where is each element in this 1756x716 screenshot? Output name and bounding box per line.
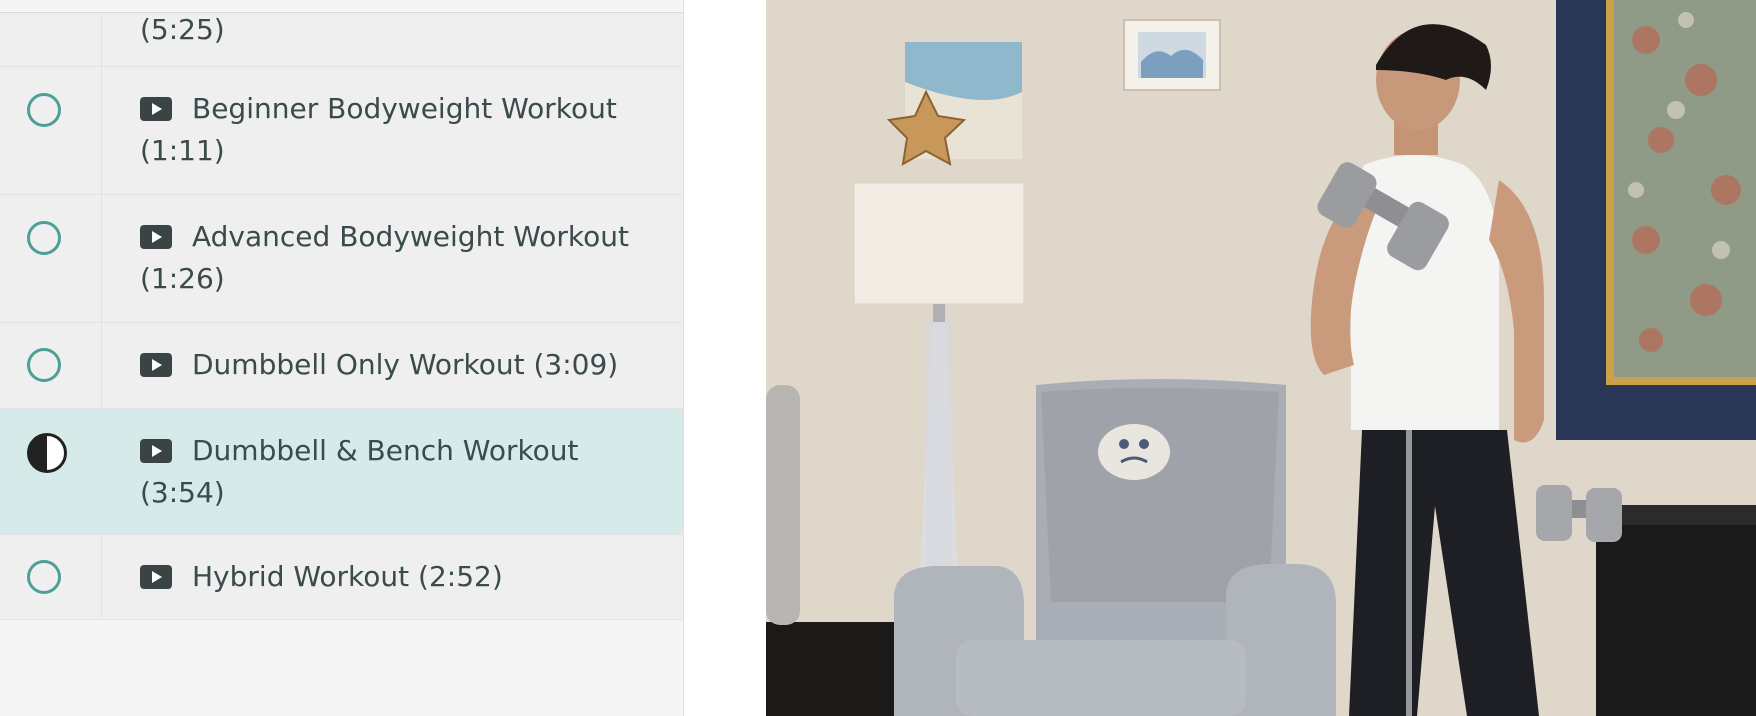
lesson-title[interactable]: Beginner Bodyweight Workout (1:11) xyxy=(140,88,664,172)
play-video-icon xyxy=(140,439,172,463)
circle-outline-icon[interactable] xyxy=(27,93,61,127)
play-video-icon xyxy=(140,565,172,589)
circle-outline-icon[interactable] xyxy=(27,348,61,382)
status-column xyxy=(0,409,102,534)
lesson-row[interactable]: Beginner Bodyweight Workout (1:11) xyxy=(0,67,683,195)
lesson-row[interactable]: (5:25) xyxy=(0,13,683,67)
status-column xyxy=(0,195,102,322)
half-circle-icon[interactable] xyxy=(27,433,67,473)
play-video-icon xyxy=(140,353,172,377)
lesson-name: Beginner Bodyweight Workout xyxy=(192,92,617,125)
play-video-icon xyxy=(140,97,172,121)
lesson-title[interactable]: Advanced Bodyweight Workout (1:26) xyxy=(140,216,664,300)
lesson-name: Hybrid Workout (2:52) xyxy=(192,560,503,593)
lesson-name: Dumbbell & Bench Workout xyxy=(192,434,579,467)
lesson-row[interactable]: Advanced Bodyweight Workout (1:26) xyxy=(0,195,683,323)
sidebar-empty-area xyxy=(0,620,683,716)
circle-outline-icon[interactable] xyxy=(27,560,61,594)
lesson-row[interactable]: Hybrid Workout (2:52) xyxy=(0,535,683,620)
lesson-title[interactable]: Hybrid Workout (2:52) xyxy=(140,556,664,598)
lesson-duration: (5:25) xyxy=(140,13,225,46)
status-column xyxy=(0,13,102,66)
status-column xyxy=(0,67,102,194)
video-player[interactable] xyxy=(766,0,1756,716)
lesson-name: Advanced Bodyweight Workout xyxy=(192,220,629,253)
status-column xyxy=(0,323,102,408)
course-sidebar: (5:25) Beginner Bodyweight Workout (1:11… xyxy=(0,0,684,716)
lesson-title[interactable]: Dumbbell Only Workout (3:09) xyxy=(140,344,664,386)
lesson-title: (5:25) xyxy=(140,9,664,51)
lesson-title[interactable]: Dumbbell & Bench Workout (3:54) xyxy=(140,430,664,514)
lesson-name: Dumbbell Only Workout (3:09) xyxy=(192,348,619,381)
lesson-row-active[interactable]: Dumbbell & Bench Workout (3:54) xyxy=(0,409,683,535)
lesson-duration: (3:54) xyxy=(140,476,225,509)
circle-outline-icon[interactable] xyxy=(27,221,61,255)
status-column xyxy=(0,535,102,619)
lesson-duration: (1:11) xyxy=(140,134,225,167)
video-frame-image xyxy=(766,0,1756,716)
play-video-icon xyxy=(140,225,172,249)
lesson-row[interactable]: Dumbbell Only Workout (3:09) xyxy=(0,323,683,409)
lesson-duration: (1:26) xyxy=(140,262,225,295)
